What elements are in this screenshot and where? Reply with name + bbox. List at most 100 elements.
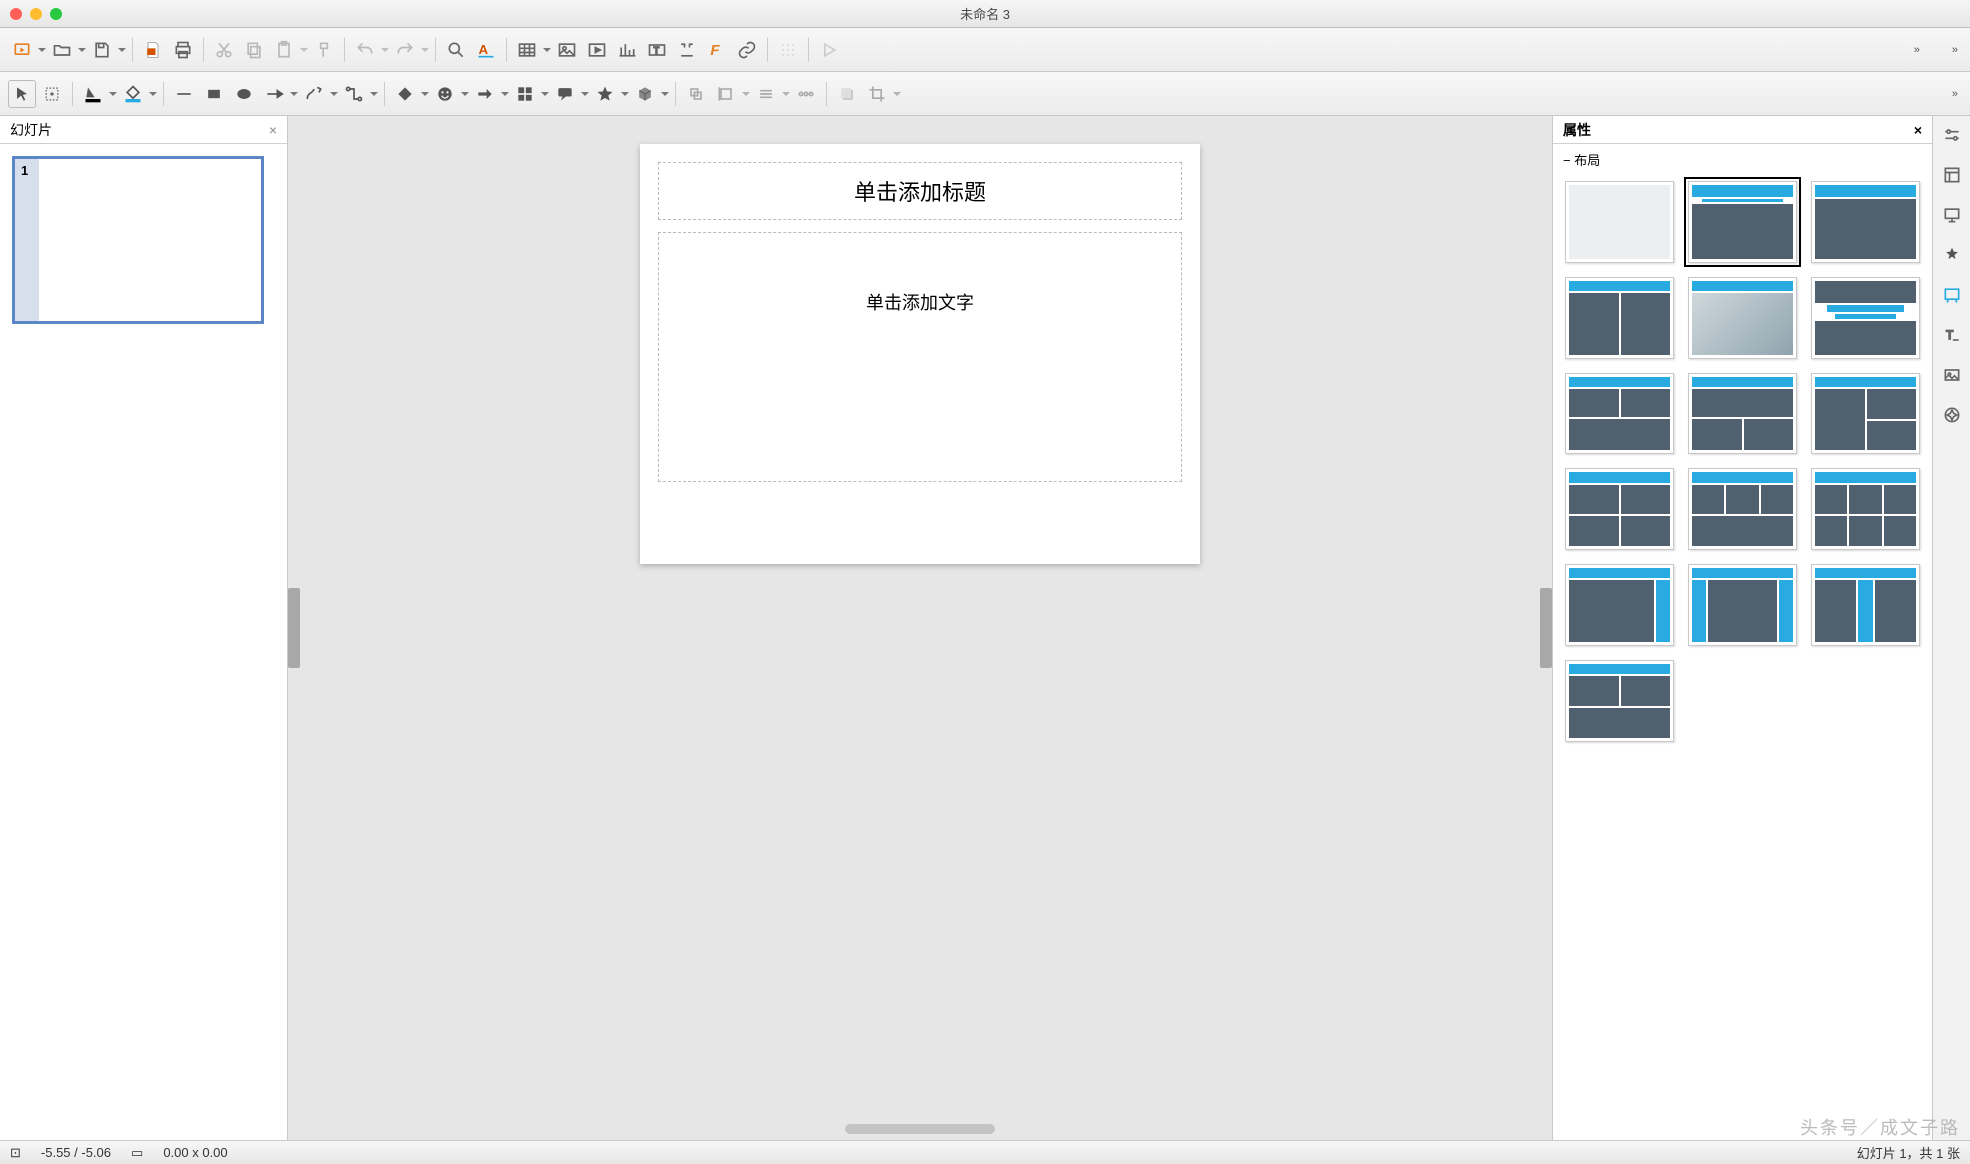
arrange-dropdown[interactable] xyxy=(782,88,790,100)
arrange-button[interactable] xyxy=(752,80,780,108)
textbox-button[interactable]: T xyxy=(643,36,671,64)
paste-button[interactable] xyxy=(270,36,298,64)
callout-dropdown[interactable] xyxy=(581,88,589,100)
line-color-dropdown[interactable] xyxy=(109,88,117,100)
open-button[interactable] xyxy=(48,36,76,64)
start-presentation-button[interactable] xyxy=(815,36,843,64)
copy-button[interactable] xyxy=(240,36,268,64)
fontwork-button[interactable]: F xyxy=(703,36,731,64)
slide-thumbnail-1[interactable]: 1 xyxy=(12,156,264,324)
layout-two-over-one[interactable] xyxy=(1565,373,1674,455)
symbol-shapes-dropdown[interactable] xyxy=(461,88,469,100)
layout-one-over-two[interactable] xyxy=(1688,373,1797,455)
cut-button[interactable] xyxy=(210,36,238,64)
find-button[interactable] xyxy=(442,36,470,64)
layout-centered[interactable] xyxy=(1811,277,1920,359)
sidebar-settings-icon[interactable] xyxy=(1939,122,1965,148)
ellipse-button[interactable] xyxy=(230,80,258,108)
minimize-window-button[interactable] xyxy=(30,8,42,20)
slides-panel-close-icon[interactable]: × xyxy=(269,122,277,138)
layout-two-content[interactable] xyxy=(1565,277,1674,359)
new-button[interactable] xyxy=(8,36,36,64)
hyperlink-button[interactable] xyxy=(733,36,761,64)
sidebar-gallery-icon[interactable] xyxy=(1939,362,1965,388)
paste-dropdown[interactable] xyxy=(300,44,308,56)
connector-button[interactable] xyxy=(340,80,368,108)
callout-button[interactable] xyxy=(551,80,579,108)
layout-section-title[interactable]: − 布局 xyxy=(1563,150,1922,169)
layout-3-top-1[interactable] xyxy=(1688,468,1797,550)
sidebar-styles-icon[interactable]: T xyxy=(1939,322,1965,348)
display-grid-button[interactable] xyxy=(774,36,802,64)
drawing-toolbar-overflow[interactable]: » xyxy=(1946,88,1962,100)
panel-collapse-left[interactable] xyxy=(288,588,300,668)
crop-button[interactable] xyxy=(863,80,891,108)
zoom-pan-button[interactable] xyxy=(38,80,66,108)
basic-shapes-dropdown[interactable] xyxy=(421,88,429,100)
slide-canvas[interactable]: 单击添加标题 单击添加文字 xyxy=(288,116,1552,1140)
filter-dropdown[interactable] xyxy=(893,88,901,100)
sidebar-master-slides-icon[interactable] xyxy=(1939,282,1965,308)
new-dropdown[interactable] xyxy=(38,44,46,56)
curve-dropdown[interactable] xyxy=(330,88,338,100)
slide-editor[interactable]: 单击添加标题 单击添加文字 xyxy=(640,144,1200,564)
layout-blank[interactable] xyxy=(1565,181,1674,263)
align-button[interactable] xyxy=(712,80,740,108)
open-dropdown[interactable] xyxy=(78,44,86,56)
spellcheck-button[interactable]: A xyxy=(472,36,500,64)
basic-shapes-button[interactable] xyxy=(391,80,419,108)
3d-objects-button[interactable] xyxy=(631,80,659,108)
redo-dropdown[interactable] xyxy=(421,44,429,56)
select-tool-button[interactable] xyxy=(8,80,36,108)
panel-collapse-right[interactable] xyxy=(1540,588,1552,668)
distribute-button[interactable] xyxy=(792,80,820,108)
save-dropdown[interactable] xyxy=(118,44,126,56)
line-arrow-button[interactable] xyxy=(260,80,288,108)
layout-v2[interactable] xyxy=(1688,564,1797,646)
symbol-shapes-button[interactable] xyxy=(431,80,459,108)
title-placeholder[interactable]: 单击添加标题 xyxy=(658,162,1182,220)
block-arrows-dropdown[interactable] xyxy=(501,88,509,100)
star-dropdown[interactable] xyxy=(621,88,629,100)
redo-button[interactable] xyxy=(391,36,419,64)
table-dropdown[interactable] xyxy=(543,44,551,56)
sidebar-properties-icon[interactable] xyxy=(1939,162,1965,188)
connector-dropdown[interactable] xyxy=(370,88,378,100)
content-placeholder[interactable]: 单击添加文字 xyxy=(658,232,1182,482)
chart-button[interactable] xyxy=(613,36,641,64)
layout-left-two-right[interactable] xyxy=(1811,373,1920,455)
shadow-button[interactable] xyxy=(833,80,861,108)
print-button[interactable] xyxy=(169,36,197,64)
3d-objects-dropdown[interactable] xyxy=(661,88,669,100)
table-button[interactable] xyxy=(513,36,541,64)
undo-dropdown[interactable] xyxy=(381,44,389,56)
fill-color-dropdown[interactable] xyxy=(149,88,157,100)
zoom-window-button[interactable] xyxy=(50,8,62,20)
block-arrows-button[interactable] xyxy=(471,80,499,108)
horizontal-scrollbar[interactable] xyxy=(845,1124,995,1134)
layout-title-only[interactable] xyxy=(1811,181,1920,263)
media-button[interactable] xyxy=(583,36,611,64)
sidebar-animation-icon[interactable] xyxy=(1939,242,1965,268)
toolbar-overflow-1[interactable]: » xyxy=(1908,44,1924,56)
layout-v4[interactable] xyxy=(1565,660,1674,742)
clone-formatting-button[interactable] xyxy=(310,36,338,64)
properties-panel-close-icon[interactable]: × xyxy=(1914,122,1922,138)
curve-button[interactable] xyxy=(300,80,328,108)
undo-button[interactable] xyxy=(351,36,379,64)
image-button[interactable] xyxy=(553,36,581,64)
sidebar-navigator-icon[interactable] xyxy=(1939,402,1965,428)
line-color-button[interactable] xyxy=(79,80,107,108)
special-char-button[interactable] xyxy=(673,36,701,64)
layout-title-content[interactable] xyxy=(1688,181,1797,263)
star-button[interactable] xyxy=(591,80,619,108)
rotate-button[interactable] xyxy=(682,80,710,108)
sidebar-slide-transition-icon[interactable] xyxy=(1939,202,1965,228)
save-button[interactable] xyxy=(88,36,116,64)
align-dropdown[interactable] xyxy=(742,88,750,100)
toolbar-overflow-2[interactable]: » xyxy=(1946,44,1962,56)
flowchart-button[interactable] xyxy=(511,80,539,108)
layout-3x2[interactable] xyxy=(1811,468,1920,550)
layout-v1[interactable] xyxy=(1565,564,1674,646)
layout-v3[interactable] xyxy=(1811,564,1920,646)
